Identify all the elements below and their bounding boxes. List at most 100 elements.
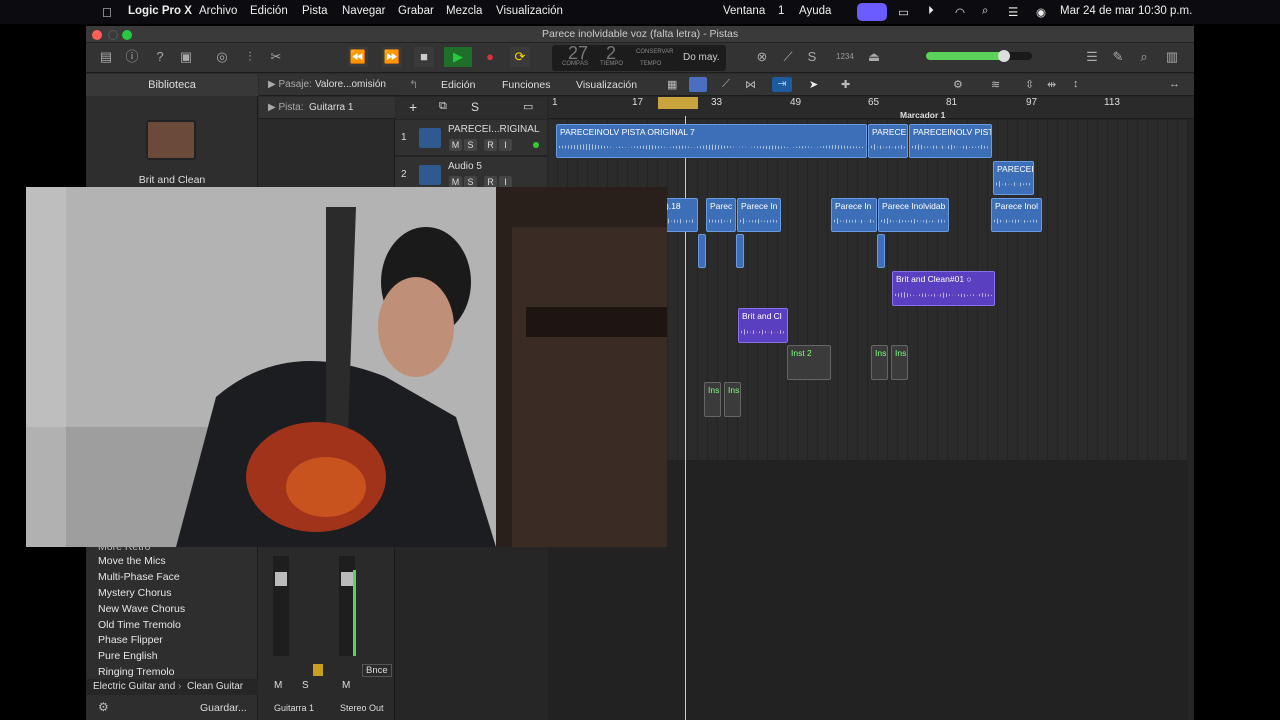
mute-button[interactable]: M — [449, 139, 462, 151]
vertical-zoom-icon[interactable]: ↕ — [1073, 78, 1079, 90]
audio-region[interactable]: PARECEI — [868, 124, 908, 158]
mute-button-out[interactable]: M — [342, 680, 350, 691]
menu-edit[interactable]: Edición — [441, 79, 475, 91]
library-icon[interactable]: ▤ — [96, 47, 116, 67]
vertical-fit-icon[interactable]: ⇳ — [1025, 78, 1034, 91]
inst-region[interactable]: Ins — [704, 382, 721, 417]
back-icon[interactable]: ↰ — [409, 78, 418, 91]
list-editors-icon[interactable]: ☰ — [1082, 47, 1102, 67]
duplicate-track-icon[interactable]: ⧉ — [439, 100, 447, 113]
bounce-button[interactable]: Bnce — [362, 664, 392, 677]
count-in[interactable]: 1234 — [836, 52, 854, 61]
audio-region[interactable] — [698, 234, 706, 268]
track-name[interactable]: PARECEI...RIGINAL — [448, 124, 540, 135]
smart-controls-icon[interactable]: ◎ — [212, 47, 232, 67]
menu-pista[interactable]: Pista — [302, 5, 328, 17]
ruler[interactable]: 1 17 33 49 65 81 97 113 Marcador 1 — [548, 97, 1194, 120]
audio-region[interactable]: Parece In — [831, 198, 877, 232]
audio-region[interactable]: PARECEINOLV PIST — [909, 124, 992, 158]
editors-icon[interactable]: ✂ — [266, 47, 286, 67]
stop-button[interactable]: ■ — [414, 47, 434, 67]
global-tracks-icon[interactable]: ▭ — [523, 100, 533, 113]
input-monitor-button[interactable] — [313, 664, 323, 676]
audio-region[interactable] — [877, 234, 885, 268]
track-header-1[interactable]: 1 PARECEI...RIGINAL M S R I — [395, 120, 547, 156]
flex-icon[interactable]: ⋈ — [745, 78, 756, 91]
library-item[interactable]: Move the Mics — [98, 555, 166, 567]
grid-icon[interactable]: ▦ — [667, 78, 677, 91]
loop-browser-icon[interactable]: ⌕ — [1134, 47, 1154, 67]
library-item[interactable]: Phase Flipper — [98, 634, 163, 646]
horizontal-fit-icon[interactable]: ⇹ — [1047, 78, 1056, 91]
midi-region[interactable]: Brit and Cl — [738, 308, 788, 343]
app-menu[interactable]: Logic Pro X — [128, 5, 192, 17]
mute-button[interactable]: M — [274, 680, 282, 691]
menu-ayuda[interactable]: Ayuda — [799, 5, 831, 17]
inst-region[interactable]: Ins — [871, 345, 888, 380]
audio-region[interactable]: PARECEINOLV PISTA ORIGINAL 7 — [556, 124, 867, 158]
track-inspector[interactable]: ▶ Pista: Guitarra 1 — [259, 97, 395, 119]
metronome-icon[interactable]: ⏏ — [864, 47, 884, 67]
play-button[interactable]: ▶ — [444, 47, 472, 67]
key-display[interactable]: Do may. — [674, 45, 726, 71]
automation-icon[interactable]: ⟋ — [722, 78, 730, 91]
battery-icon[interactable]: ▭ — [898, 5, 909, 19]
menu-functions[interactable]: Funciones — [502, 79, 550, 91]
menu-edicion[interactable]: Edición — [250, 5, 288, 17]
secondary-tool-icon[interactable]: ✚ — [841, 78, 850, 91]
record-button[interactable]: ● — [480, 47, 500, 67]
library-item[interactable]: Mystery Chorus — [98, 587, 172, 599]
library-item[interactable]: Pure English — [98, 650, 158, 662]
menu-ventana[interactable]: Ventana — [723, 5, 765, 17]
settings-icon[interactable]: ⚙ — [953, 78, 963, 91]
zoom-button[interactable] — [122, 30, 132, 40]
inst-region[interactable]: Ins — [724, 382, 741, 417]
menu-1[interactable]: 1 — [778, 5, 784, 17]
library-item[interactable]: Ringing Tremolo — [98, 666, 174, 678]
list-view-icon[interactable] — [689, 77, 707, 92]
library-item[interactable]: New Wave Chorus — [98, 603, 185, 615]
siri-icon[interactable]: ◉ — [1036, 5, 1046, 19]
wifi-icon[interactable]: ◠ — [955, 5, 965, 19]
breadcrumb-item[interactable]: Electric Guitar and — [93, 681, 175, 692]
menu-mezcla[interactable]: Mezcla — [446, 5, 482, 17]
screen-share-icon[interactable] — [857, 3, 887, 21]
lcd-display[interactable]: 27 2 COMPÁS TIEMPO CONSERVAR TEMPO — [552, 43, 678, 71]
breadcrumb-item[interactable]: Clean Guitar — [187, 681, 243, 692]
replace-icon[interactable]: ⊗ — [752, 47, 772, 67]
menu-navegar[interactable]: Navegar — [342, 5, 385, 17]
audio-region[interactable]: Parec — [706, 198, 736, 232]
marker-label[interactable]: Marcador 1 — [900, 110, 945, 120]
audio-region[interactable] — [736, 234, 744, 268]
menu-grabar[interactable]: Grabar — [398, 5, 434, 17]
add-track-icon[interactable]: + — [409, 99, 417, 115]
mixer-icon[interactable]: ⫶ — [240, 47, 260, 67]
midi-region[interactable]: Brit and Clean#01 ○ — [892, 271, 995, 306]
help-icon[interactable]: ? — [150, 47, 170, 67]
library-item[interactable]: Old Time Tremolo — [98, 619, 181, 631]
audio-region[interactable]: PARECEI — [993, 161, 1034, 195]
apple-icon[interactable]:  — [102, 5, 112, 20]
rewind-button[interactable]: ⏪ — [348, 47, 368, 67]
waveform-zoom-icon[interactable]: ≋ — [991, 78, 1000, 91]
horizontal-zoom-icon[interactable]: ↔ — [1169, 78, 1180, 90]
input-monitor-button[interactable]: I — [499, 139, 512, 151]
global-solo-icon[interactable]: S — [471, 100, 479, 114]
tuner-icon[interactable]: ⟋ — [778, 47, 798, 67]
menu-archivo[interactable]: Archivo — [199, 5, 237, 17]
control-center-icon[interactable]: ☰ — [1008, 5, 1018, 19]
notepad-icon[interactable]: ✎ — [1108, 47, 1128, 67]
clock[interactable]: Mar 24 de mar 10:30 p.m. — [1060, 5, 1192, 17]
cycle-button[interactable]: ⟳ — [510, 47, 530, 67]
audio-region[interactable]: Parece Inolvidab — [878, 198, 949, 232]
audio-region[interactable]: Parece Inol — [991, 198, 1042, 232]
region-inspector[interactable]: ▶ Pasaje: Valore...omisión — [259, 74, 395, 96]
inst-region[interactable]: Ins — [891, 345, 908, 380]
close-button[interactable] — [92, 30, 102, 40]
volume-knob[interactable] — [998, 50, 1010, 62]
master-volume-slider[interactable] — [926, 50, 1032, 62]
inst-region[interactable]: Inst 2 — [787, 345, 831, 380]
gear-icon[interactable]: ⚙ — [98, 700, 109, 714]
audio-region[interactable]: Parece In — [737, 198, 781, 232]
pointer-tool-icon[interactable]: ➤ — [809, 78, 818, 91]
